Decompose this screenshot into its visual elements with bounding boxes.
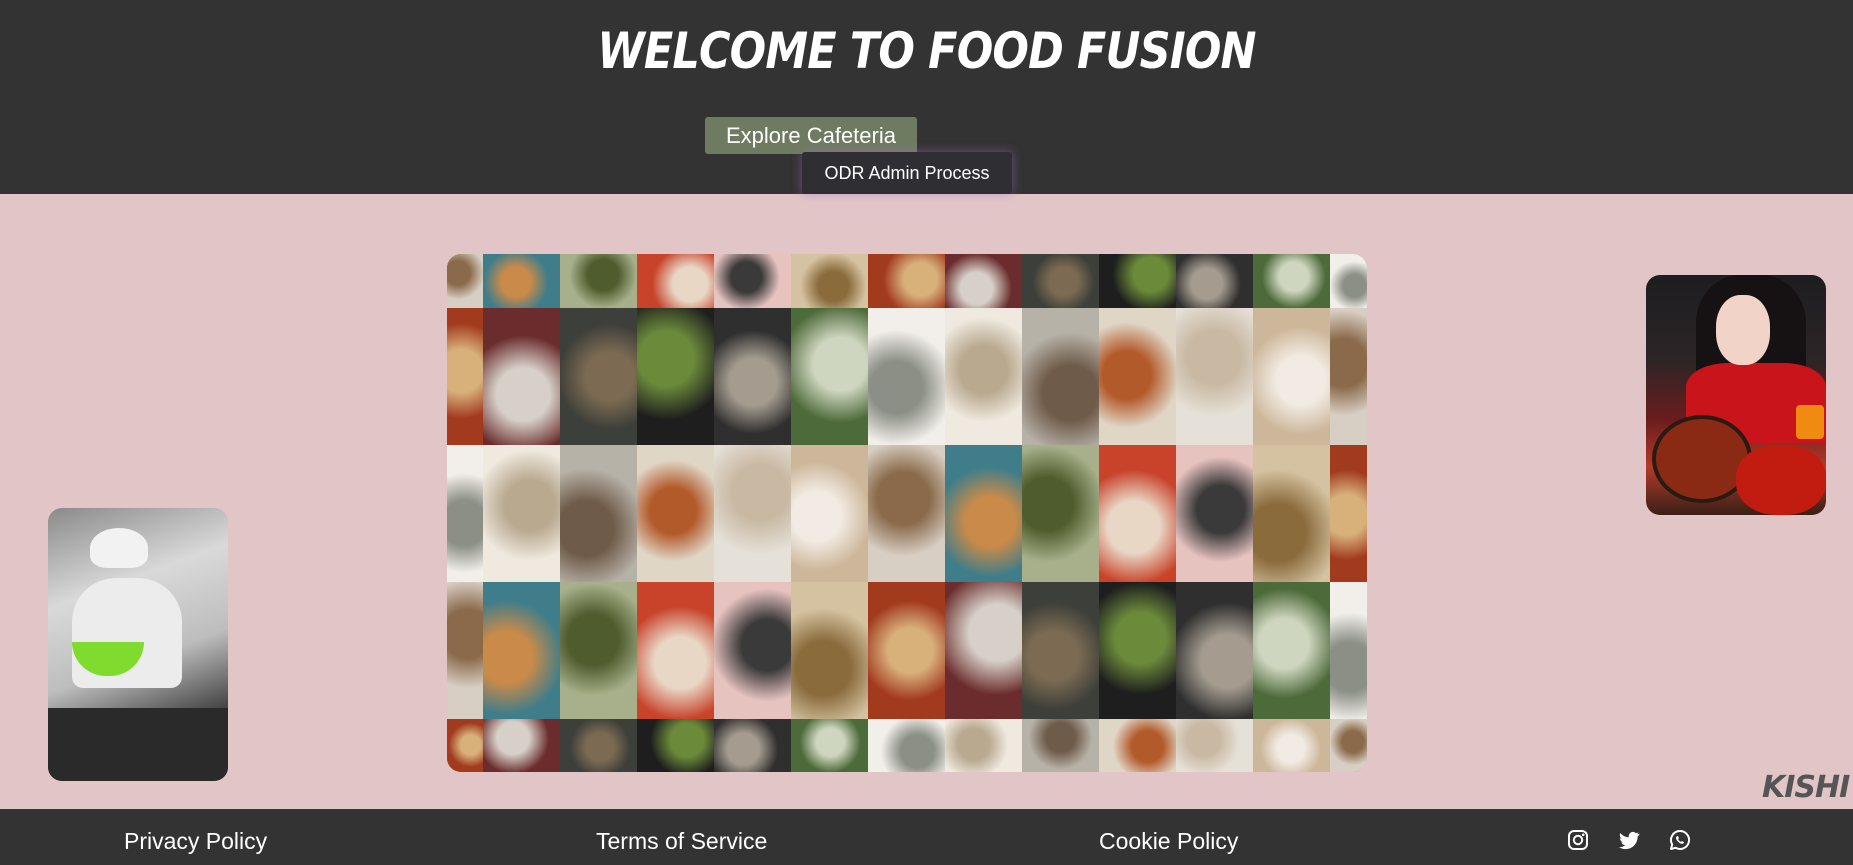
woman-face: [1716, 295, 1770, 365]
collage-tile: [1099, 582, 1176, 719]
food-collage-image: [447, 254, 1367, 772]
collage-tile: [1022, 445, 1099, 582]
instagram-icon[interactable]: [1566, 828, 1590, 852]
collage-tile: [1022, 582, 1099, 719]
collage-tile: [1176, 582, 1253, 719]
explore-cafeteria-button[interactable]: Explore Cafeteria: [705, 117, 917, 154]
collage-tile: [560, 445, 637, 582]
collage-tile: [945, 445, 1022, 582]
collage-tile: [447, 445, 483, 582]
collage-tile: [560, 254, 637, 308]
kitchen-floor: [48, 708, 228, 781]
twitter-icon[interactable]: [1617, 828, 1641, 852]
collage-tile: [1022, 254, 1099, 308]
collage-tile: [868, 582, 945, 719]
cookie-policy-link[interactable]: Cookie Policy: [1099, 828, 1238, 855]
collage-tile: [637, 308, 714, 445]
collage-tile: [637, 582, 714, 719]
terms-of-service-link[interactable]: Terms of Service: [596, 828, 767, 855]
collage-tile: [1253, 308, 1330, 445]
collage-tile: [483, 719, 560, 772]
collage-tile: [560, 582, 637, 719]
collage-tile: [1330, 445, 1367, 582]
collage-tile: [560, 719, 637, 772]
collage-tile: [945, 254, 1022, 308]
collage-tile: [447, 254, 483, 308]
collage-tile: [1099, 254, 1176, 308]
collage-tile: [714, 719, 791, 772]
privacy-policy-link[interactable]: Privacy Policy: [124, 828, 267, 855]
site-footer: Privacy Policy Terms of Service Cookie P…: [0, 809, 1853, 865]
watermark-logo: KISHI: [1762, 770, 1850, 805]
collage-tile: [1022, 308, 1099, 445]
collage-tile: [637, 445, 714, 582]
explore-dropdown-menu: ODR Admin Process: [802, 152, 1012, 194]
collage-tile: [1176, 719, 1253, 772]
collage-tile: [868, 445, 945, 582]
collage-tile: [637, 719, 714, 772]
collage-tile: [1330, 719, 1367, 772]
collage-tile: [945, 582, 1022, 719]
collage-tile: [483, 445, 560, 582]
collage-tile: [791, 254, 868, 308]
collage-tile: [1330, 582, 1367, 719]
red-dish: [1736, 445, 1826, 515]
collage-tile: [791, 308, 868, 445]
collage-tile: [1253, 445, 1330, 582]
collage-tile: [868, 719, 945, 772]
whatsapp-icon[interactable]: [1668, 828, 1692, 852]
dropdown-item-odr-admin-process[interactable]: ODR Admin Process: [824, 163, 989, 184]
collage-tile: [1099, 308, 1176, 445]
orange-cup: [1796, 405, 1824, 439]
collage-tile: [1253, 719, 1330, 772]
collage-tile: [1022, 719, 1099, 772]
collage-tile: [447, 582, 483, 719]
chef-hat: [90, 528, 148, 568]
collage-tile: [1253, 254, 1330, 308]
collage-tile: [714, 308, 791, 445]
collage-tile: [1176, 445, 1253, 582]
collage-tile: [868, 254, 945, 308]
collage-tile: [483, 254, 560, 308]
collage-tile: [483, 582, 560, 719]
collage-tile: [1099, 445, 1176, 582]
collage-tile: [1176, 308, 1253, 445]
collage-tile: [714, 254, 791, 308]
chef-cooking-video[interactable]: [48, 508, 228, 781]
collage-tile: [1253, 582, 1330, 719]
collage-tile: [791, 582, 868, 719]
collage-tile: [637, 254, 714, 308]
collage-tile: [447, 719, 483, 772]
collage-tile: [1330, 254, 1367, 308]
page-title: Welcome to Food Fusion: [597, 22, 1256, 80]
collage-tile: [447, 308, 483, 445]
collage-tile: [560, 308, 637, 445]
mukbang-video[interactable]: [1646, 275, 1826, 515]
collage-tile: [791, 719, 868, 772]
site-header: Welcome to Food Fusion Explore Cafeteria…: [0, 0, 1853, 194]
collage-tile: [714, 582, 791, 719]
collage-tile: [945, 308, 1022, 445]
collage-tile: [945, 719, 1022, 772]
collage-tile: [1099, 719, 1176, 772]
collage-tile: [791, 445, 868, 582]
collage-tile: [714, 445, 791, 582]
collage-tile: [1176, 254, 1253, 308]
collage-tile: [868, 308, 945, 445]
collage-tile: [483, 308, 560, 445]
collage-tile: [1330, 308, 1367, 445]
